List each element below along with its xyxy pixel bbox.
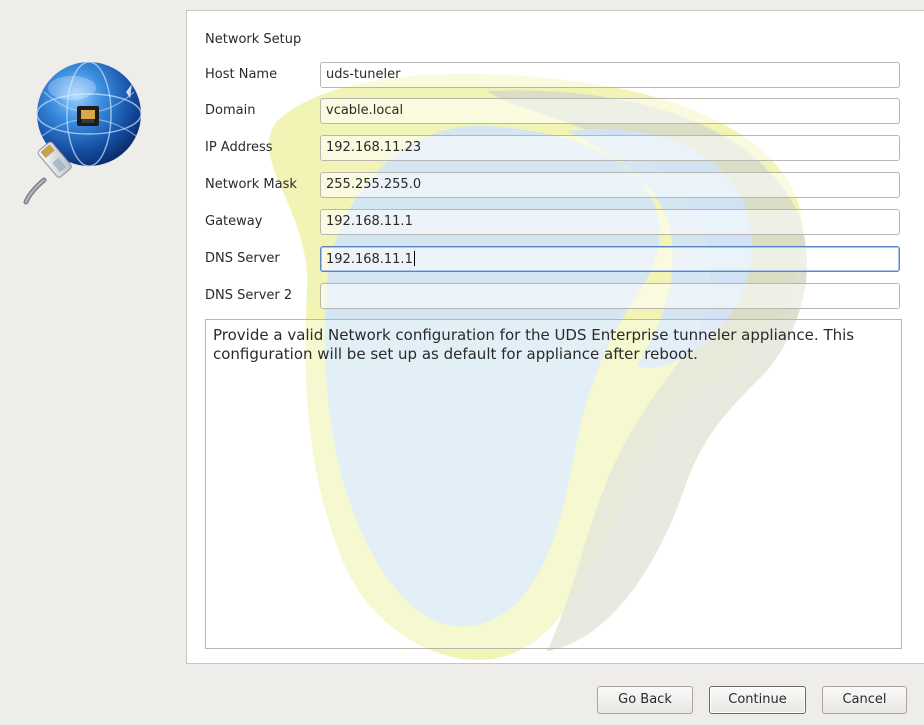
dns-server-input[interactable]: 192.168.11.1 (320, 246, 900, 272)
dns-server-2-input[interactable] (320, 283, 900, 309)
host-name-row: Host Name uds-tuneler (205, 62, 905, 88)
domain-row: Domain vcable.local (205, 98, 905, 124)
cancel-button[interactable]: Cancel (822, 686, 907, 714)
network-mask-row: Network Mask 255.255.255.0 (205, 172, 905, 198)
setup-window: Network Setup Host Name uds-tuneler Doma… (0, 0, 924, 725)
network-mask-label: Network Mask (205, 177, 297, 192)
network-globe-icon (22, 61, 152, 207)
section-title: Network Setup (205, 32, 302, 47)
ip-address-label: IP Address (205, 140, 273, 155)
ip-address-row: IP Address 192.168.11.23 (205, 135, 905, 161)
gateway-row: Gateway 192.168.11.1 (205, 209, 905, 235)
go-back-button[interactable]: Go Back (597, 686, 693, 714)
dns-server-value: 192.168.11.1 (326, 252, 413, 267)
dns-server-2-row: DNS Server 2 (205, 283, 905, 309)
text-caret (413, 251, 415, 266)
dns-server-2-label: DNS Server 2 (205, 288, 293, 303)
dns-server-label: DNS Server (205, 251, 280, 266)
description-text: Provide a valid Network configuration fo… (205, 319, 902, 649)
continue-button[interactable]: Continue (709, 686, 806, 714)
dns-server-row: DNS Server 192.168.11.1 (205, 246, 905, 272)
button-bar: Go Back Continue Cancel (0, 686, 924, 714)
domain-label: Domain (205, 103, 256, 118)
domain-input[interactable]: vcable.local (320, 98, 900, 124)
gateway-label: Gateway (205, 214, 263, 229)
host-name-input[interactable]: uds-tuneler (320, 62, 900, 88)
gateway-input[interactable]: 192.168.11.1 (320, 209, 900, 235)
host-name-label: Host Name (205, 67, 278, 82)
ip-address-input[interactable]: 192.168.11.23 (320, 135, 900, 161)
setup-panel: Network Setup Host Name uds-tuneler Doma… (186, 10, 924, 664)
network-mask-input[interactable]: 255.255.255.0 (320, 172, 900, 198)
